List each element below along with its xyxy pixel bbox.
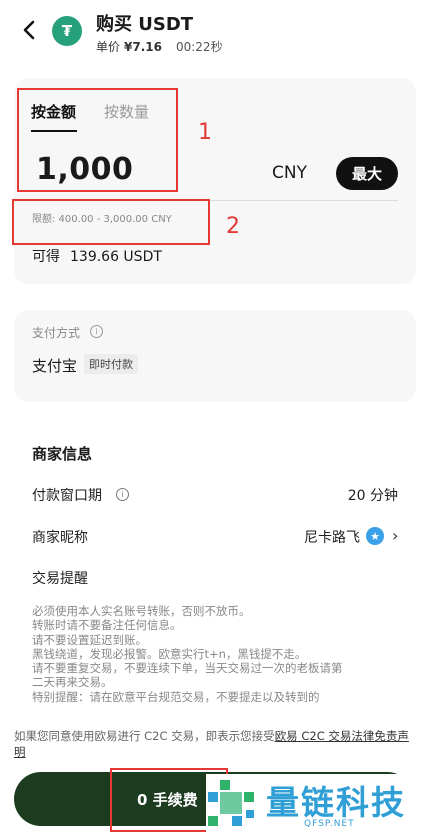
tip-line: 二天再来交易。 <box>32 675 113 690</box>
receive-value: 139.66 USDT <box>70 249 162 265</box>
watermark-text: 量链科技 <box>266 783 406 822</box>
payment-method-name: 支付宝 <box>32 357 78 375</box>
payment-window-label: 付款窗口期 <box>32 488 102 504</box>
annotation-box-1 <box>17 88 178 192</box>
trade-tips-title: 交易提醒 <box>32 571 88 587</box>
back-arrow-icon[interactable] <box>18 18 42 42</box>
header: ₮ 购买 USDT 单价 ¥7.16 00:22秒 <box>0 0 424 70</box>
consent-body: 如果您同意使用欧易进行 C2C 交易，即表示您接受 <box>14 729 275 743</box>
price-label: 单价 <box>96 40 121 54</box>
page-title: 购买 USDT <box>96 14 194 35</box>
price-line: 单价 ¥7.16 00:22秒 <box>96 38 223 55</box>
receive-label: 可得 <box>32 249 60 265</box>
annotation-number-2: 2 <box>226 214 240 239</box>
info-icon[interactable]: i <box>116 488 129 501</box>
watermark-subtext: QFSP.NET <box>304 819 355 829</box>
verified-badge-icon: ★ <box>366 527 384 545</box>
annotation-number-1: 1 <box>198 120 212 145</box>
tip-line: 请不要设置延迟到账。 <box>32 632 147 647</box>
merchant-nickname-label: 商家昵称 <box>32 530 88 546</box>
payment-instant-tag: 即时付款 <box>84 354 138 374</box>
max-button[interactable]: 最大 <box>336 157 398 190</box>
consent-text: 如果您同意使用欧易进行 C2C 交易，即表示您接受欧易 C2C 交易法律免责声明 <box>14 728 414 760</box>
trade-tips: 必须使用本人实名账号转账，否则不放币。 转账时请不要备注任何信息。 请不要设置延… <box>32 604 402 704</box>
tether-icon: ₮ <box>52 16 82 46</box>
payment-method-label: 支付方式 <box>32 326 81 340</box>
watermark-logo-icon <box>208 780 254 826</box>
tip-line: 转账时请不要备注任何信息。 <box>32 618 182 633</box>
currency-label: CNY <box>272 163 307 183</box>
annotation-box-2 <box>12 199 210 245</box>
scroll-fade <box>0 700 424 726</box>
receive-row: 可得 139.66 USDT <box>32 246 162 266</box>
payment-window-value: 20 分钟 <box>347 488 398 504</box>
chevron-right-icon[interactable]: › <box>392 526 398 545</box>
price-value: ¥7.16 <box>124 40 162 54</box>
countdown-timer: 00:22秒 <box>175 40 223 54</box>
info-icon[interactable]: i <box>90 325 103 338</box>
merchant-section-title: 商家信息 <box>32 445 93 463</box>
tip-line: 必须使用本人实名账号转账，否则不放币。 <box>32 604 251 618</box>
merchant-nickname-value[interactable]: 尼卡路飞 <box>304 527 360 547</box>
tip-line: 请不要重复交易，不要连续下单，当天交易过一次的老板请第 <box>32 661 343 676</box>
tip-line: 黑钱绕道，发现必报警。欧意实行t+n，黑钱提不走。 <box>32 646 307 661</box>
